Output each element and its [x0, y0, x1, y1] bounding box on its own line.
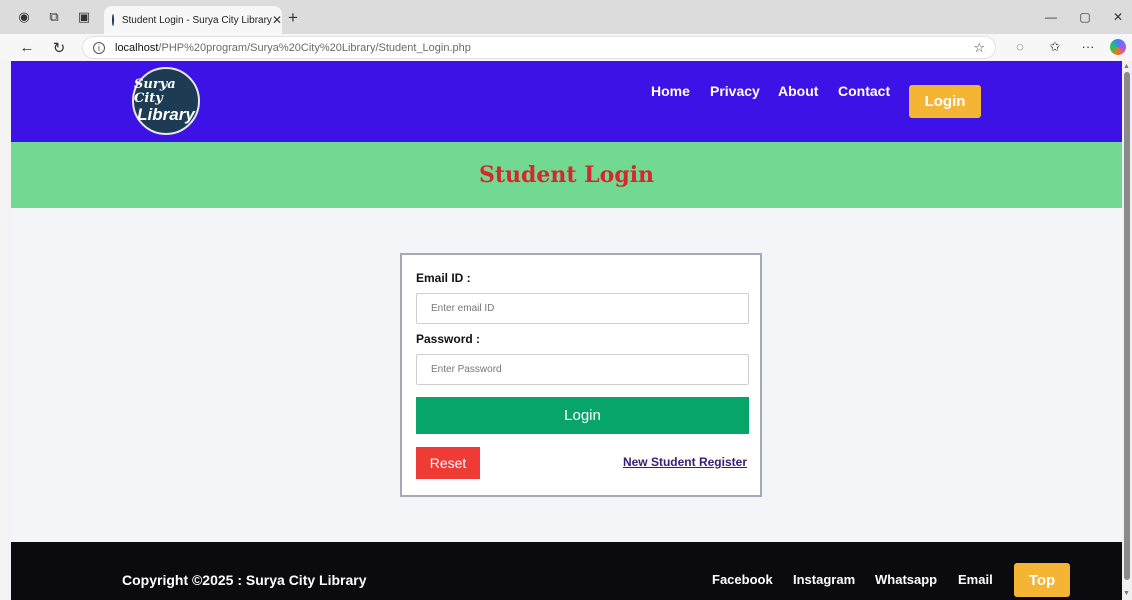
refresh-icon[interactable]: ↻	[50, 39, 68, 57]
nav-home-link[interactable]: Home	[651, 83, 690, 99]
copilot-icon[interactable]	[1110, 39, 1126, 55]
url-host: localhost	[115, 41, 159, 54]
profile-icon[interactable]: ◉	[16, 9, 32, 25]
logo-text-line2: Library	[137, 104, 195, 124]
collections-icon[interactable]: ⧉	[46, 9, 62, 25]
restore-icon[interactable]: ▢	[1078, 10, 1092, 24]
email-label: Email ID :	[416, 271, 471, 285]
back-icon[interactable]: ←	[18, 39, 36, 56]
password-input[interactable]	[416, 354, 749, 385]
new-tab-icon[interactable]: +	[288, 8, 298, 28]
site-favicon-icon	[112, 14, 114, 26]
scrollbar-thumb[interactable]	[1124, 72, 1130, 580]
close-tab-icon[interactable]: ✕	[272, 13, 282, 27]
url-path: /PHP%20program/Surya%20City%20Library/St…	[158, 41, 471, 54]
tab-actions-icon[interactable]: ▣	[76, 9, 92, 25]
nav-contact-link[interactable]: Contact	[838, 83, 890, 99]
site-info-icon[interactable]: i	[93, 41, 105, 54]
nav-privacy-link[interactable]: Privacy	[710, 83, 760, 99]
site-header: Surya City Library Home Privacy About Co…	[11, 61, 1122, 142]
back-to-top-button[interactable]: Top	[1014, 563, 1070, 597]
header-login-button[interactable]: Login	[909, 85, 981, 118]
footer-email-link[interactable]: Email	[958, 572, 993, 587]
footer-instagram-link[interactable]: Instagram	[793, 572, 855, 587]
browser-essentials-icon[interactable]: ◌	[1012, 39, 1028, 54]
nav-about-link[interactable]: About	[778, 83, 818, 99]
close-window-icon[interactable]: ✕	[1111, 10, 1125, 24]
more-options-icon[interactable]: ···	[1080, 39, 1096, 54]
password-label: Password :	[416, 332, 481, 346]
page-content: Surya City Library Home Privacy About Co…	[11, 61, 1122, 600]
minimize-icon[interactable]: —	[1044, 10, 1058, 24]
footer-facebook-link[interactable]: Facebook	[712, 572, 773, 587]
favorites-icon[interactable]: ✩	[1047, 39, 1063, 55]
favorite-star-icon[interactable]: ☆	[973, 40, 985, 56]
url-field[interactable]: i localhost/PHP%20program/Surya%20City%2…	[82, 36, 996, 59]
new-student-register-link[interactable]: New Student Register	[623, 455, 747, 469]
page-title-banner: Student Login	[11, 142, 1122, 208]
login-submit-button[interactable]: Login	[416, 397, 749, 434]
browser-tab-bar: ◉ ⧉ ▣ Student Login - Surya City Library…	[0, 0, 1132, 34]
reset-button[interactable]: Reset	[416, 447, 480, 479]
scroll-up-icon[interactable]: ▲	[1123, 63, 1130, 70]
scroll-down-icon[interactable]: ▼	[1123, 590, 1130, 597]
logo-text-line1: Surya City	[134, 77, 176, 107]
browser-address-bar: ← ↻ i localhost/PHP%20program/Surya%20Ci…	[0, 34, 1132, 61]
login-form-card: Email ID : Password : Login Reset New St…	[400, 253, 762, 497]
tab-title: Student Login - Surya City Library	[121, 14, 272, 26]
site-logo[interactable]: Surya City Library	[132, 67, 200, 135]
email-input[interactable]	[416, 293, 749, 324]
browser-tab-student-login[interactable]: Student Login - Surya City Library ✕	[104, 6, 282, 34]
copyright-text: Copyright ©2025 : Surya City Library	[122, 572, 367, 588]
page-title: Student Login	[478, 162, 655, 188]
footer-whatsapp-link[interactable]: Whatsapp	[875, 572, 937, 587]
site-footer: Copyright ©2025 : Surya City Library Fac…	[11, 542, 1122, 600]
